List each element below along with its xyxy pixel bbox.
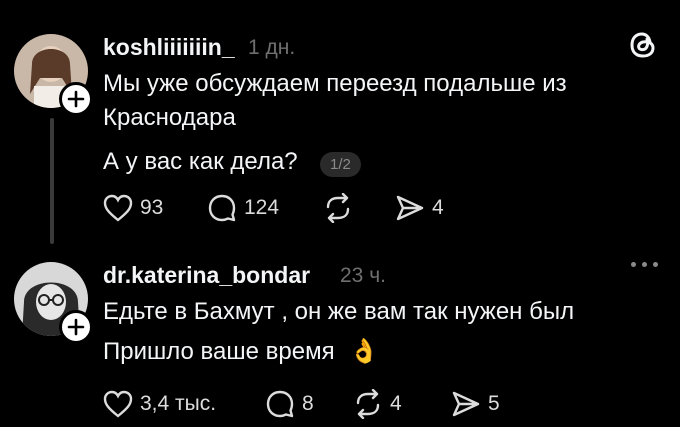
like-button[interactable]: 3,4 тыс. — [103, 384, 216, 424]
repost-button[interactable]: 4 — [353, 384, 402, 424]
post-text-line-3: А у вас как дела? — [103, 148, 298, 175]
reply-count: 8 — [302, 392, 314, 415]
comment-icon — [208, 194, 236, 222]
reply-count: 124 — [244, 196, 280, 219]
post-text-line-2: Краснодара — [103, 104, 236, 131]
repost-icon — [356, 389, 380, 419]
post-actions: 3,4 тыс. 8 4 5 — [103, 384, 523, 424]
timestamp: 23 ч. — [340, 264, 386, 287]
reply-button[interactable]: 124 — [207, 188, 279, 228]
comment-icon — [266, 390, 294, 418]
follow-plus-icon[interactable] — [59, 82, 93, 116]
post-text-line-1: Мы уже обсуждаем переезд подальше из — [103, 70, 567, 97]
repost-icon — [326, 193, 350, 223]
share-button[interactable]: 5 — [451, 384, 500, 424]
share-count: 5 — [488, 392, 500, 415]
thread-line — [50, 118, 54, 244]
like-button[interactable]: 93 — [103, 188, 163, 228]
username[interactable]: dr.katerina_bondar — [103, 262, 310, 289]
post-text-line-1: Едьте в Бахмут , он же вам так нужен был — [103, 298, 575, 325]
send-icon — [452, 391, 480, 417]
reply-button[interactable]: 8 — [265, 384, 314, 424]
more-dots-icon[interactable] — [631, 262, 658, 267]
like-count: 93 — [140, 196, 164, 219]
post-actions: 93 124 4 — [103, 188, 503, 228]
username[interactable]: koshliiiiiiin_ — [103, 34, 235, 61]
ok-hand-emoji: 👌 — [349, 338, 380, 365]
send-icon — [396, 195, 424, 221]
heart-icon — [103, 390, 133, 418]
repost-count: 4 — [390, 392, 402, 415]
threads-logo-icon[interactable] — [628, 28, 658, 67]
like-count: 3,4 тыс. — [140, 392, 217, 415]
page-badge: 1/2 — [320, 152, 361, 177]
post-text-line-2-text: Пришло ваше время — [103, 338, 335, 365]
repost-button[interactable] — [323, 188, 360, 228]
share-button[interactable]: 4 — [395, 188, 444, 228]
post-text-line-2: Пришло ваше время 👌 — [103, 334, 379, 370]
heart-icon — [103, 194, 133, 222]
timestamp: 1 дн. — [248, 36, 296, 59]
share-count: 4 — [432, 196, 444, 219]
follow-plus-icon[interactable] — [59, 310, 93, 344]
